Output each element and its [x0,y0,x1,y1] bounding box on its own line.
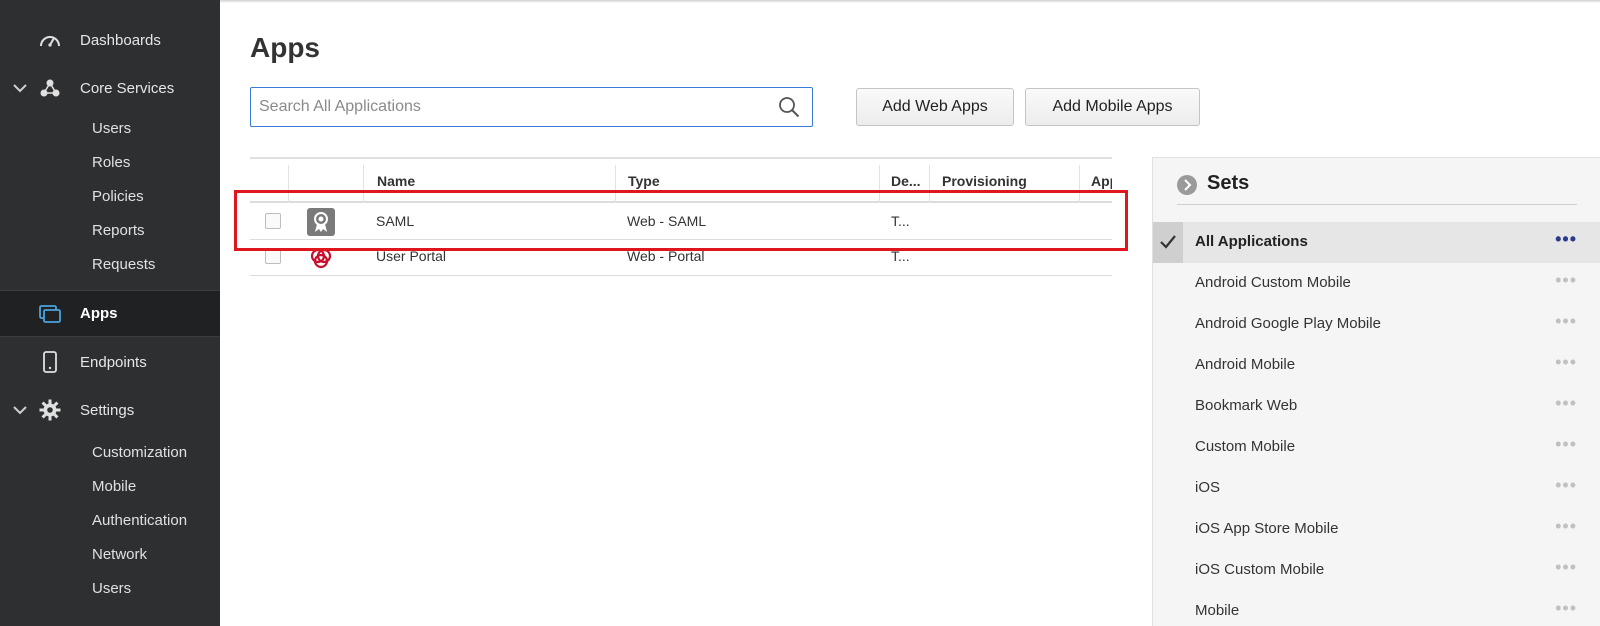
column-header-provisioning[interactable]: Provisioning [942,173,1027,189]
nav-dashboards[interactable]: Dashboards [0,27,220,53]
nav-label: Apps [80,305,118,322]
nav-core-services[interactable]: Core Services [0,75,220,101]
add-web-apps-button[interactable]: Add Web Apps [856,88,1014,126]
sets-panel: Sets All Applications ••• Android Custom… [1152,157,1600,626]
page-title: Apps [250,32,320,63]
set-item-label: Custom Mobile [1195,438,1296,455]
more-icon[interactable]: ••• [1555,435,1577,453]
cluster-icon [38,76,62,100]
gauge-icon [38,28,62,52]
nav-endpoints[interactable]: Endpoints [0,349,220,375]
nav-sub-mobile[interactable]: Mobile [92,478,136,495]
column-header-type[interactable]: Type [628,173,660,189]
set-item[interactable]: iOS App Store Mobile ••• [1153,509,1600,550]
set-item-label: Android Mobile [1195,356,1296,373]
set-item-label: iOS [1195,479,1221,496]
highlight-box [234,190,1128,251]
gear-icon [38,398,62,422]
nav-sub-customization[interactable]: Customization [92,444,187,461]
set-item-label: All Applications [1195,233,1308,250]
sets-divider [1177,204,1577,205]
set-item-all-applications[interactable]: All Applications ••• [1153,222,1600,263]
nav-sub-reports[interactable]: Reports [92,222,145,239]
nav-sub-requests[interactable]: Requests [92,256,155,273]
nav-sub-roles[interactable]: Roles [92,154,130,171]
nav-sub-network[interactable]: Network [92,546,147,563]
nav-apps[interactable]: Apps [0,290,220,337]
set-item-label: iOS Custom Mobile [1195,561,1325,578]
set-item[interactable]: Custom Mobile ••• [1153,427,1600,468]
nav-sub-users[interactable]: Users [92,120,131,137]
search-box[interactable] [250,87,813,127]
chevron-down-icon [12,402,28,418]
chevron-down-icon [12,80,28,96]
nav-label: Settings [80,401,135,419]
more-icon[interactable]: ••• [1555,312,1577,330]
set-item[interactable]: iOS ••• [1153,468,1600,509]
set-item[interactable]: Mobile ••• [1153,591,1600,626]
set-item[interactable]: Android Mobile ••• [1153,345,1600,386]
set-item-label: Mobile [1195,602,1240,619]
nav-label: Core Services [80,79,175,97]
more-icon[interactable]: ••• [1555,394,1577,412]
set-item[interactable]: Bookmark Web ••• [1153,386,1600,427]
nav-label: Dashboards [80,31,161,49]
search-icon[interactable] [778,96,800,118]
more-icon[interactable]: ••• [1555,599,1577,617]
column-header-app[interactable]: App [1091,173,1112,189]
chevron-right-icon[interactable] [1177,175,1197,195]
set-item[interactable]: Android Google Play Mobile ••• [1153,304,1600,345]
more-icon[interactable]: ••• [1555,558,1577,576]
search-input[interactable] [259,88,759,125]
sets-title: Sets [1207,172,1250,194]
sidebar: Dashboards Core Services Users Roles Pol… [0,0,220,626]
set-item-label: Android Google Play Mobile [1195,315,1381,332]
top-shadow [220,0,1600,3]
nav-sub-authentication[interactable]: Authentication [92,512,187,529]
nav-label: Endpoints [80,353,147,371]
column-header-name[interactable]: Name [377,173,415,189]
phone-icon [38,350,62,374]
more-icon[interactable]: ••• [1555,271,1577,289]
set-item[interactable]: iOS Custom Mobile ••• [1153,550,1600,591]
apps-icon [38,302,62,326]
more-icon[interactable]: ••• [1555,230,1577,248]
more-icon[interactable]: ••• [1555,353,1577,371]
more-icon[interactable]: ••• [1555,517,1577,535]
check-icon [1153,222,1183,263]
nav-sub-settings-users[interactable]: Users [92,580,131,597]
add-mobile-apps-button[interactable]: Add Mobile Apps [1025,88,1200,126]
set-item-label: Bookmark Web [1195,397,1298,414]
nav-settings[interactable]: Settings [0,397,220,423]
set-item-label: iOS App Store Mobile [1195,520,1339,537]
column-header-description[interactable]: De... [891,173,927,189]
set-item-label: Android Custom Mobile [1195,274,1351,291]
more-icon[interactable]: ••• [1555,476,1577,494]
set-item[interactable]: Android Custom Mobile ••• [1153,263,1600,304]
nav-sub-policies[interactable]: Policies [92,188,144,205]
